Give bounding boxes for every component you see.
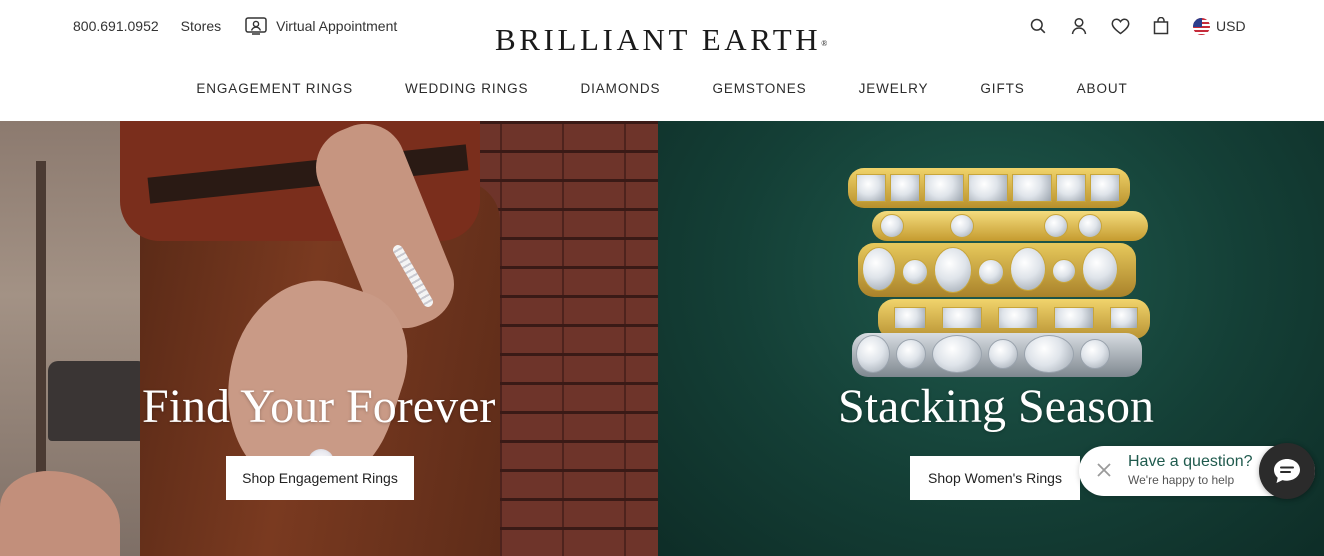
chat-title: Have a question? [1128,453,1253,470]
nav-diamonds[interactable]: DIAMONDS [580,81,660,96]
nav-jewelry[interactable]: JEWELRY [859,81,929,96]
utility-bar-right: USD [1027,15,1246,37]
nav-gemstones[interactable]: GEMSTONES [712,81,806,96]
hero-engagement-title: Find Your Forever [142,380,496,433]
virtual-appointment-link[interactable]: Virtual Appointment [245,17,397,35]
brand-logo[interactable]: BRILLIANT EARTH® [495,22,827,58]
nav-engagement-rings[interactable]: ENGAGEMENT RINGS [196,81,353,96]
video-call-icon [245,17,267,35]
nav-gifts[interactable]: GIFTS [980,81,1024,96]
phone-link[interactable]: 800.691.0952 [73,18,159,34]
chat-button[interactable] [1259,443,1315,499]
currency-selector[interactable]: USD [1193,17,1246,35]
hero-engagement-panel[interactable]: Find Your Forever Shop Engagement Rings [0,121,658,556]
site-header: 800.691.0952 Stores Virtual Appointment … [0,0,1324,121]
search-icon[interactable] [1027,15,1049,37]
utility-bar-left: 800.691.0952 Stores Virtual Appointment [73,17,397,35]
heart-icon[interactable] [1109,15,1131,37]
close-icon[interactable] [1095,461,1113,479]
currency-label: USD [1216,18,1246,34]
shop-womens-rings-button[interactable]: Shop Women's Rings [910,456,1080,500]
hero-stacking-title: Stacking Season [838,380,1154,433]
account-icon[interactable] [1068,15,1090,37]
shopping-bag-icon[interactable] [1150,15,1172,37]
nav-about[interactable]: ABOUT [1077,81,1128,96]
registered-mark: ® [821,39,828,48]
nav-wedding-rings[interactable]: WEDDING RINGS [405,81,528,96]
us-flag-icon [1193,17,1210,35]
shop-engagement-rings-button[interactable]: Shop Engagement Rings [226,456,414,500]
chat-subtitle: We're happy to help [1128,473,1235,487]
logo-text: BRILLIANT EARTH [495,22,822,57]
stores-link[interactable]: Stores [181,18,221,34]
main-nav: ENGAGEMENT RINGS WEDDING RINGS DIAMONDS … [0,81,1324,96]
virtual-appointment-label: Virtual Appointment [276,18,398,34]
chat-bubble-icon [1274,459,1300,483]
